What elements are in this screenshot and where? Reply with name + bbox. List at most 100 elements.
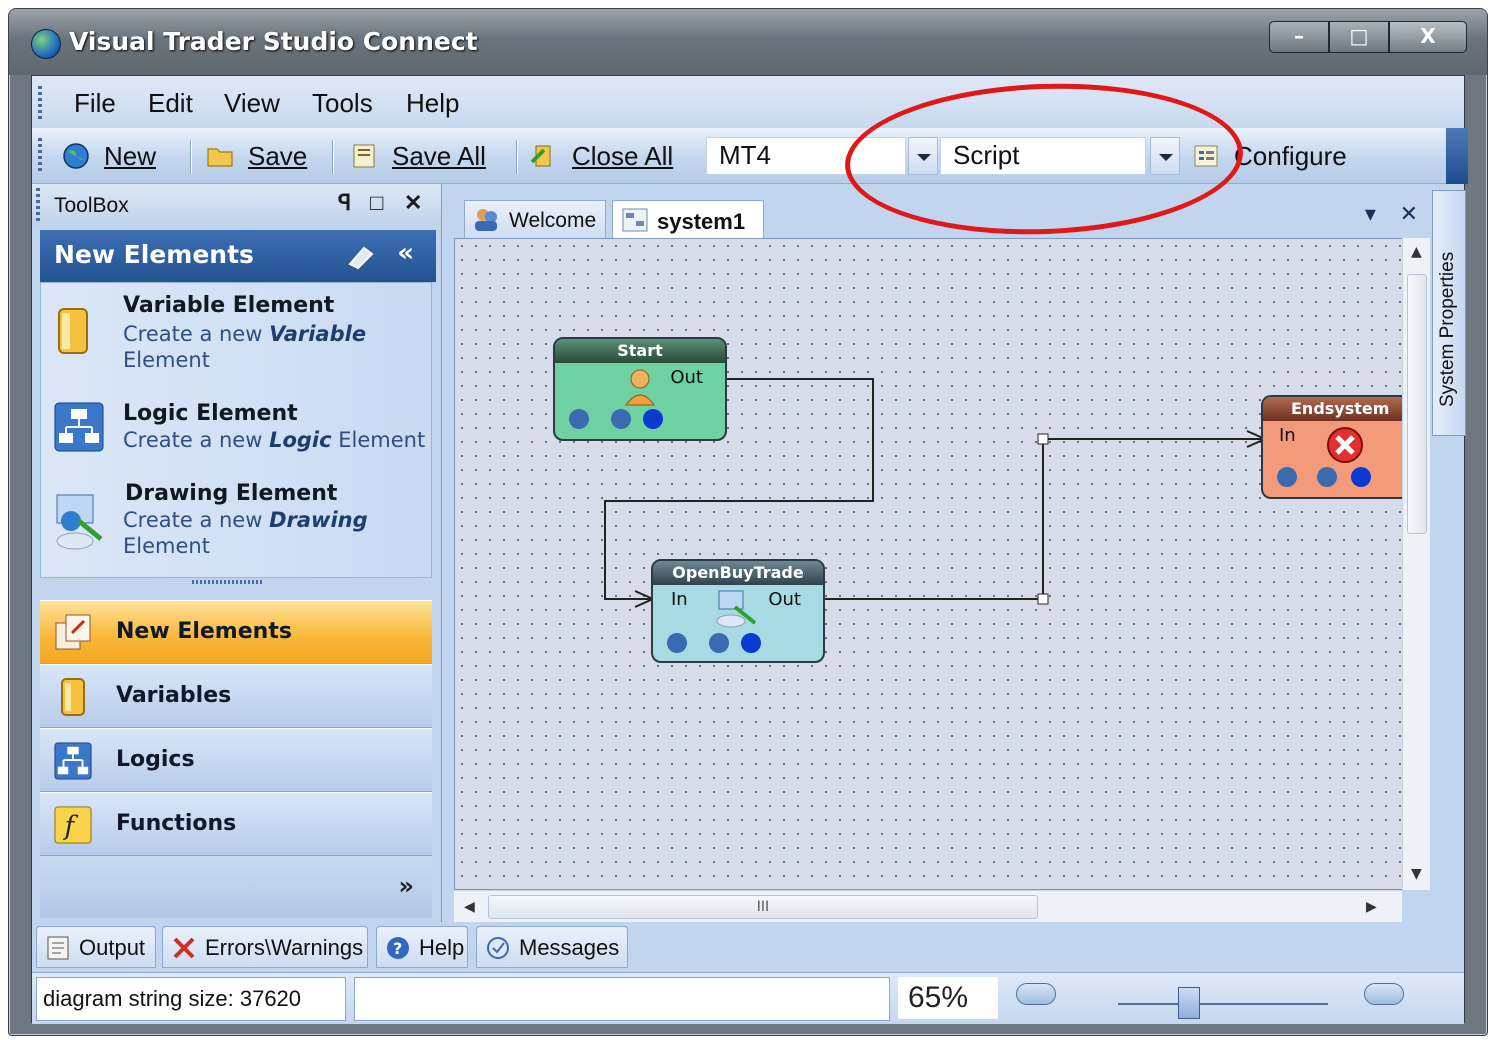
variable-element-title: Variable Element — [123, 293, 335, 318]
logic-element-item[interactable]: Logic Element Create a new Logic Element — [41, 397, 431, 477]
zoom-slider-track[interactable] — [1118, 1003, 1328, 1005]
node-openbuytrade-out-port[interactable]: Out — [768, 589, 801, 610]
status-bar: diagram string size: 37620 65% — [32, 972, 1464, 1024]
mode-dropdown-button[interactable] — [1150, 137, 1180, 175]
node-endsystem[interactable]: Endsystem In — [1261, 395, 1409, 499]
system-properties-label: System Properties — [1437, 251, 1458, 407]
scroll-left-icon[interactable]: ◀ — [464, 899, 475, 915]
error-x-icon — [173, 937, 195, 959]
tab-help[interactable]: ? Help — [376, 926, 468, 968]
chevron-down-icon[interactable]: » — [398, 872, 414, 900]
close-all-label: Close All — [572, 140, 674, 171]
menu-view[interactable]: View — [224, 88, 280, 119]
nav-new-elements-label: New Elements — [116, 619, 292, 644]
variable-element-desc: Create a new Variable Element — [123, 321, 423, 373]
info-icon[interactable] — [1317, 467, 1337, 487]
toolbar-grip[interactable] — [38, 138, 42, 172]
title-bar[interactable]: Visual Trader Studio Connect – □ X — [9, 9, 1487, 75]
info-icon[interactable] — [709, 633, 729, 653]
mode-select[interactable]: Script — [940, 137, 1146, 175]
diagram-canvas[interactable]: Start Out OpenBuyTrade In Out Endsystem … — [454, 238, 1410, 890]
node-start[interactable]: Start Out — [553, 337, 727, 441]
tab-output[interactable]: Output — [36, 926, 156, 968]
zoom-slider-thumb[interactable] — [1178, 987, 1200, 1019]
splitter-handle[interactable] — [192, 580, 262, 584]
menu-help[interactable]: Help — [406, 88, 459, 119]
close-document-icon[interactable]: ✕ — [1400, 202, 1418, 227]
save-all-button[interactable]: Save All — [350, 138, 486, 174]
zoom-level: 65% — [898, 977, 998, 1019]
vertical-scroll-thumb[interactable] — [1407, 274, 1427, 534]
scroll-down-icon[interactable]: ▼ — [1411, 866, 1422, 882]
nav-variables[interactable]: Variables — [40, 664, 432, 728]
node-start-title: Start — [555, 339, 725, 363]
variable-element-item[interactable]: Variable Element Create a new Variable E… — [41, 291, 431, 391]
maximize-panel-icon[interactable]: □ — [370, 190, 383, 216]
node-start-out-port[interactable]: Out — [670, 367, 703, 388]
close-button[interactable]: X — [1389, 21, 1467, 53]
client-area: File Edit View Tools Help New Save Save … — [31, 75, 1468, 1024]
help-icon[interactable] — [569, 409, 589, 429]
tab-output-label: Output — [79, 935, 146, 960]
scroll-right-icon[interactable]: ▶ — [1366, 899, 1377, 915]
document-area: Welcome system1 ▾ ✕ Start Out OpenBuyTra… — [450, 190, 1430, 924]
new-elements-list: Variable Element Create a new Variable E… — [40, 282, 432, 578]
menu-edit[interactable]: Edit — [148, 88, 193, 119]
system-properties-tab[interactable]: System Properties — [1432, 190, 1466, 436]
minimize-button[interactable]: – — [1269, 21, 1329, 53]
platform-dropdown-button[interactable] — [908, 137, 938, 175]
add-icon[interactable] — [643, 409, 663, 429]
menu-grip[interactable] — [38, 86, 42, 120]
eraser-icon[interactable] — [346, 242, 376, 270]
collapse-chevron-icon[interactable]: « — [397, 238, 414, 268]
tab-welcome-label: Welcome — [509, 209, 597, 232]
add-icon[interactable] — [1351, 467, 1371, 487]
drawing-element-item[interactable]: Drawing Element Create a new Drawing Ele… — [41, 479, 431, 579]
horizontal-scroll-thumb[interactable]: III — [488, 895, 1038, 919]
add-icon[interactable] — [741, 633, 761, 653]
new-elements-icon — [55, 614, 91, 650]
info-icon[interactable] — [611, 409, 631, 429]
nav-functions[interactable]: f Functions — [40, 792, 432, 856]
tab-list-icon[interactable]: ▾ — [1365, 202, 1376, 227]
nav-new-elements[interactable]: New Elements — [40, 600, 432, 664]
toolbox-grip[interactable] — [36, 188, 40, 222]
menu-bar: File Edit View Tools Help — [32, 76, 1464, 128]
zoom-out-button[interactable] — [1016, 983, 1056, 1005]
toolbar-overflow-button[interactable] — [1446, 128, 1468, 184]
menu-tools[interactable]: Tools — [312, 88, 373, 119]
configure-button[interactable]: Configure — [1192, 138, 1347, 174]
help-icon[interactable] — [1277, 467, 1297, 487]
vertical-scrollbar[interactable]: ▲ ▼ — [1402, 238, 1430, 890]
pin-icon[interactable]: ꟼ — [338, 190, 351, 216]
save-button[interactable]: Save — [206, 138, 307, 174]
node-endsystem-in-port[interactable]: In — [1279, 425, 1296, 446]
platform-select[interactable]: MT4 — [706, 137, 906, 175]
nav-overflow[interactable]: » — [40, 856, 432, 918]
tab-messages[interactable]: Messages — [476, 926, 628, 968]
tab-system1[interactable]: system1 — [612, 200, 764, 240]
nav-logics[interactable]: Logics — [40, 728, 432, 792]
close-panel-icon[interactable]: ✕ — [404, 190, 422, 216]
desc-text: Element — [123, 534, 210, 558]
horizontal-scrollbar[interactable]: ◀ III ▶ — [454, 890, 1402, 922]
maximize-button[interactable]: □ — [1329, 21, 1389, 53]
globe-icon — [31, 29, 61, 59]
app-window: Visual Trader Studio Connect – □ X File … — [8, 8, 1488, 1036]
save-all-label: Save All — [392, 140, 486, 171]
menu-file[interactable]: File — [74, 88, 116, 119]
toolbar-separator — [516, 140, 518, 174]
tab-welcome[interactable]: Welcome — [464, 200, 606, 240]
tab-errors-warnings[interactable]: Errors\Warnings — [162, 926, 368, 968]
logic-element-title: Logic Element — [123, 401, 298, 426]
node-openbuytrade[interactable]: OpenBuyTrade In Out — [651, 559, 825, 663]
scroll-up-icon[interactable]: ▲ — [1411, 244, 1422, 260]
variables-icon — [61, 678, 85, 716]
new-button[interactable]: New — [62, 138, 156, 174]
zoom-in-button[interactable] — [1364, 983, 1404, 1005]
help-icon[interactable] — [667, 633, 687, 653]
node-openbuytrade-in-port[interactable]: In — [671, 589, 688, 610]
desc-text: Create a new — [123, 508, 270, 532]
close-all-button[interactable]: Close All — [530, 138, 673, 174]
new-label: New — [104, 140, 157, 171]
